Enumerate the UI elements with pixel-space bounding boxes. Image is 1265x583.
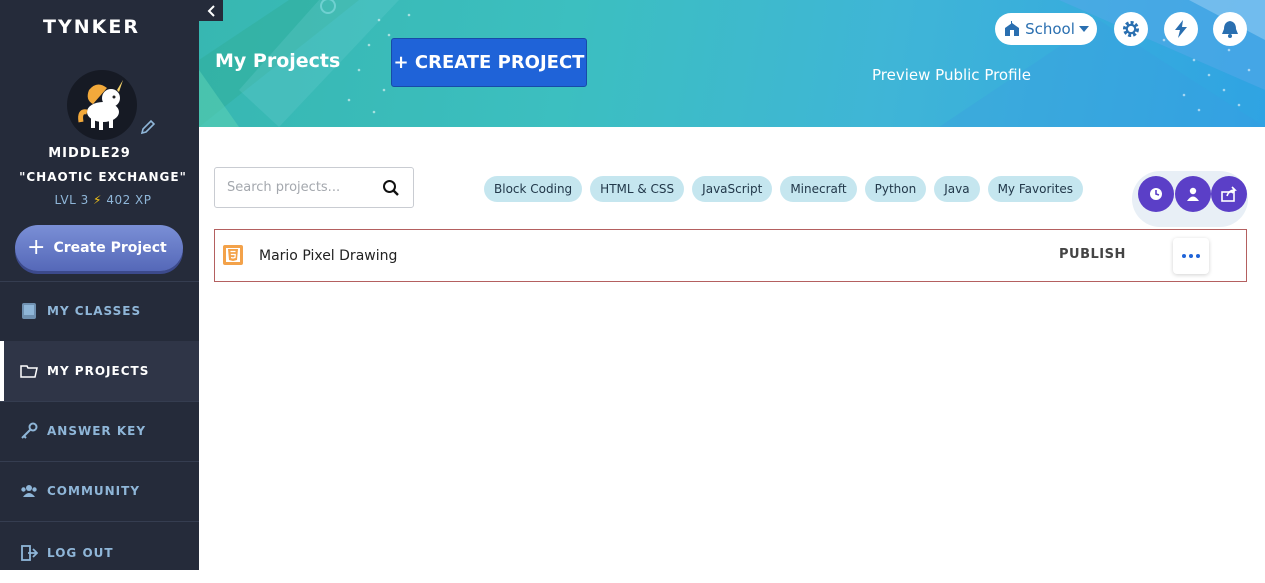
filter-chip-javascript[interactable]: JavaScript: [692, 176, 773, 202]
school-building-icon: [1005, 21, 1020, 36]
share-icon: [1221, 186, 1237, 202]
filter-chip-my-favorites[interactable]: My Favorites: [987, 176, 1084, 202]
filter-chip-java[interactable]: Java: [934, 176, 980, 202]
community-icon: [20, 482, 38, 500]
school-dropdown[interactable]: School: [995, 13, 1097, 45]
sidebar-item-label: ANSWER KEY: [47, 424, 147, 438]
search-input[interactable]: [227, 180, 375, 195]
more-dot: [1182, 254, 1186, 258]
username: MIDDLE29: [48, 146, 131, 161]
book-icon: [20, 302, 38, 320]
clock-icon: [1150, 188, 1162, 200]
publish-button[interactable]: PUBLISH: [1059, 247, 1126, 262]
search-box: [214, 167, 414, 208]
notifications-button[interactable]: [1213, 12, 1247, 46]
banner-decoration: [199, 0, 1265, 127]
html5-icon: [223, 245, 243, 265]
sidebar-item-my-classes[interactable]: MY CLASSES: [0, 281, 199, 341]
filter-chip-minecraft[interactable]: Minecraft: [780, 176, 857, 202]
create-project-label: Create Project: [53, 240, 167, 256]
sidebar-create-project-button[interactable]: + Create Project: [15, 225, 183, 271]
sidebar-item-answer-key[interactable]: ANSWER KEY: [0, 401, 199, 461]
sidebar-item-community[interactable]: COMMUNITY: [0, 461, 199, 521]
sidebar: TYNKER MIDDLE29 "CHAOTIC EXCHANGE" LVL 3…: [0, 0, 199, 570]
power-ups-button[interactable]: [1164, 12, 1198, 46]
user-icon: [1187, 187, 1199, 201]
avatar[interactable]: [67, 70, 137, 140]
recent-projects-button[interactable]: [1138, 176, 1174, 212]
shared-projects-button[interactable]: [1175, 176, 1211, 212]
key-icon: [20, 422, 38, 440]
lightning-icon: [1175, 20, 1187, 38]
nav-divider: [0, 521, 199, 522]
logout-icon: [20, 544, 38, 562]
filter-chip-python[interactable]: Python: [864, 176, 927, 202]
collapse-sidebar-button[interactable]: [199, 0, 223, 21]
page-title: My Projects: [215, 50, 341, 72]
level-label: LVL 3: [54, 193, 89, 207]
bell-icon: [1222, 21, 1238, 38]
sidebar-item-my-projects[interactable]: MY PROJECTS: [0, 341, 199, 401]
user-title: "CHAOTIC EXCHANGE": [19, 170, 187, 184]
sidebar-item-label: MY CLASSES: [47, 304, 142, 318]
chevron-left-icon: [207, 4, 215, 17]
chevron-down-icon: [1078, 26, 1089, 32]
unicorn-avatar-image: [78, 80, 123, 130]
folder-icon: [20, 362, 38, 380]
xp-label: 402 XP: [106, 193, 152, 207]
search-icon[interactable]: [382, 179, 400, 197]
gear-icon: [1123, 21, 1139, 37]
project-row[interactable]: Mario Pixel Drawing PUBLISH: [214, 229, 1247, 282]
sidebar-item-log-out[interactable]: LOG OUT: [0, 523, 199, 583]
sidebar-item-label: MY PROJECTS: [47, 364, 150, 378]
more-options-button[interactable]: [1173, 238, 1209, 274]
more-dot: [1196, 254, 1200, 258]
edit-pencil-icon[interactable]: [139, 118, 157, 136]
filter-chip-html-css[interactable]: HTML & CSS: [590, 176, 685, 202]
plus-icon: +: [27, 235, 46, 260]
header-banner: My Projects + CREATE PROJECT Preview Pub…: [199, 0, 1265, 127]
filter-chips: Block Coding HTML & CSS JavaScript Minec…: [484, 176, 1084, 202]
share-button[interactable]: [1211, 176, 1247, 212]
project-name[interactable]: Mario Pixel Drawing: [259, 248, 397, 264]
header-create-project-button[interactable]: + CREATE PROJECT: [391, 38, 587, 87]
more-dot: [1189, 254, 1193, 258]
lightning-icon: ⚡: [93, 193, 102, 207]
settings-button[interactable]: [1114, 12, 1148, 46]
school-label: School: [1025, 20, 1075, 38]
level-xp: LVL 3 ⚡ 402 XP: [0, 193, 206, 207]
sidebar-item-label: LOG OUT: [47, 546, 114, 560]
sidebar-item-label: COMMUNITY: [47, 484, 141, 498]
tynker-logo[interactable]: TYNKER: [43, 16, 140, 38]
filter-chip-block-coding[interactable]: Block Coding: [484, 176, 583, 202]
preview-public-profile-link[interactable]: Preview Public Profile: [872, 66, 1031, 84]
